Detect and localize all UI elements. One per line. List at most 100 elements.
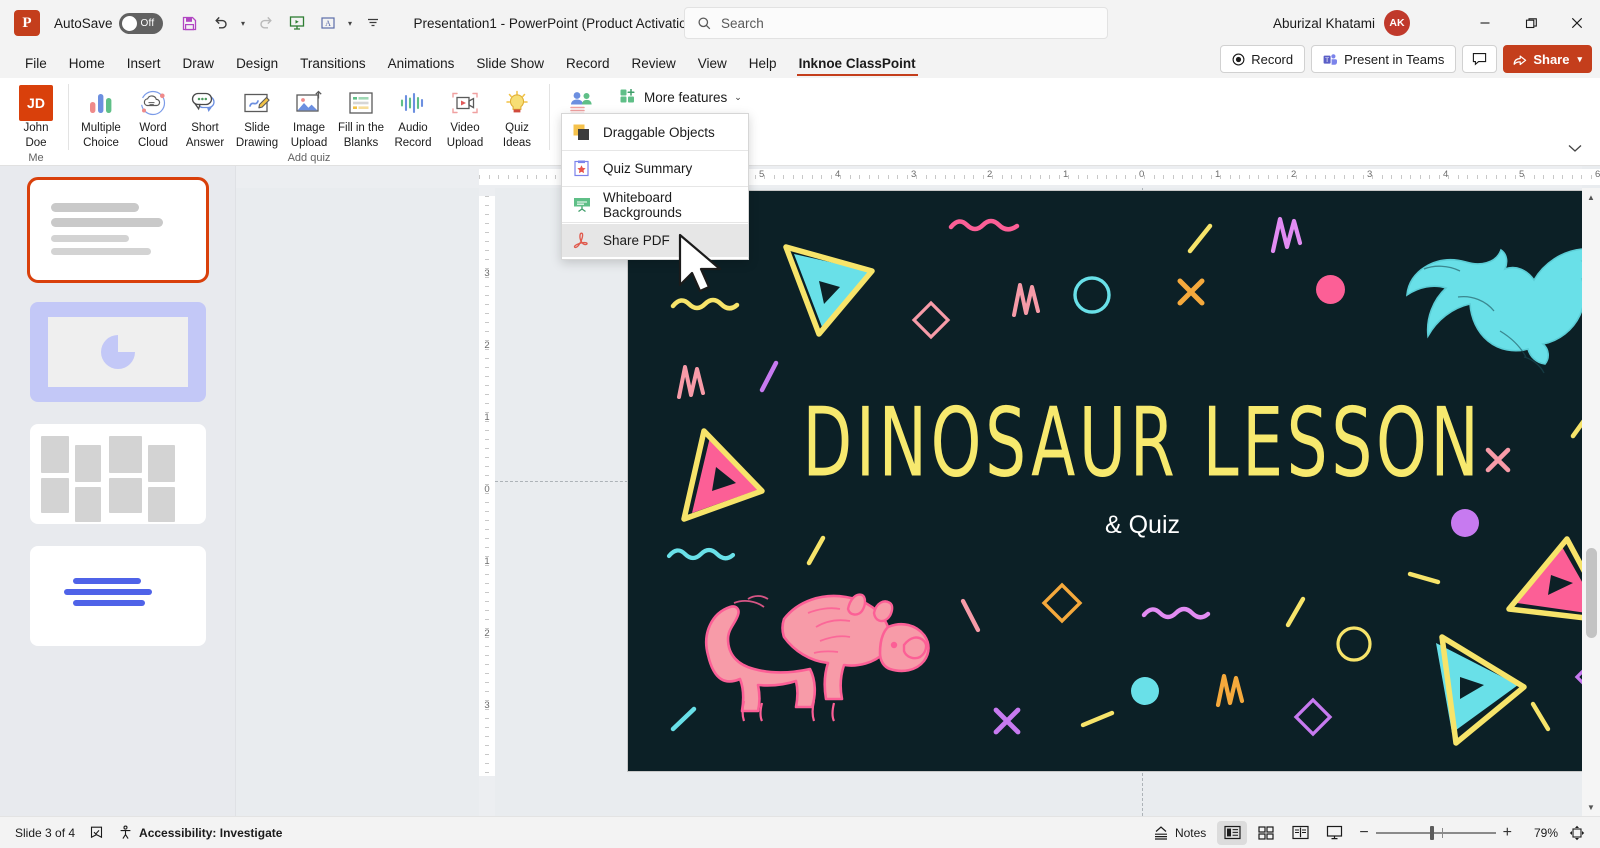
slide-thumbnail-4[interactable] bbox=[30, 546, 206, 646]
slide-thumbnail-2[interactable] bbox=[30, 302, 206, 402]
redo-icon[interactable] bbox=[251, 8, 281, 38]
ribbon-item-label-line1: Image bbox=[293, 122, 325, 135]
zoom-slider[interactable]: − + bbox=[1359, 824, 1512, 842]
reading-view-button[interactable] bbox=[1285, 821, 1315, 845]
autosave-toggle[interactable]: Off bbox=[119, 13, 163, 34]
tab-insert[interactable]: Insert bbox=[116, 51, 172, 78]
ruler-minor-tick bbox=[485, 655, 489, 656]
accessibility-button[interactable]: Accessibility: Investigate bbox=[111, 822, 289, 843]
fit-slide-button[interactable] bbox=[1562, 821, 1592, 845]
slide-counter[interactable]: Slide 3 of 4 bbox=[8, 823, 82, 843]
avatar[interactable]: AK bbox=[1384, 10, 1410, 36]
ribbon-item-fill-in-the-blanks[interactable]: Fill in the Blanks bbox=[335, 83, 387, 152]
ribbon-item-video-upload[interactable]: Video Upload bbox=[439, 83, 491, 152]
slide-surface[interactable]: DINOSAUR LESSON & Quiz bbox=[628, 191, 1600, 771]
ribbon-item-audio-record[interactable]: Audio Record bbox=[387, 83, 439, 152]
ruler-minor-tick bbox=[1448, 175, 1449, 179]
tab-record[interactable]: Record bbox=[555, 51, 621, 78]
start-presentation-icon[interactable] bbox=[282, 8, 312, 38]
ribbon-item-image-upload[interactable]: Image Upload bbox=[283, 83, 335, 152]
zoom-out-button[interactable]: − bbox=[1359, 824, 1368, 842]
ribbon-item-quiz-ideas[interactable]: Quiz Ideas bbox=[491, 83, 543, 152]
scroll-up-arrow-icon[interactable]: ▲ bbox=[1582, 188, 1600, 206]
present-in-teams-label: Present in Teams bbox=[1344, 52, 1444, 67]
comments-button[interactable] bbox=[1462, 45, 1497, 73]
menu-item-whiteboard-backgrounds[interactable]: Whiteboard Backgrounds bbox=[562, 188, 748, 221]
horizontal-ruler[interactable]: 6 5 4 3 2 1 0 1 2 3 4 5 6 bbox=[236, 166, 1582, 188]
tab-view[interactable]: View bbox=[687, 51, 738, 78]
ruler-minor-tick bbox=[485, 403, 489, 404]
account-area[interactable]: Aburizal Khatami AK bbox=[1273, 10, 1410, 36]
thumbnail-item-2[interactable] bbox=[0, 302, 235, 402]
zoom-track[interactable] bbox=[1376, 832, 1496, 834]
zoom-knob[interactable] bbox=[1430, 826, 1434, 840]
minimize-button[interactable] bbox=[1462, 0, 1508, 46]
customize-qat-icon[interactable] bbox=[358, 8, 388, 38]
ribbon-group-name-add-quiz: Add quiz bbox=[75, 152, 543, 164]
present-in-teams-button[interactable]: T Present in Teams bbox=[1311, 45, 1456, 73]
deco-cyan-triangle-top bbox=[774, 229, 884, 339]
undo-dropdown-icon[interactable]: ▾ bbox=[237, 19, 250, 28]
vertical-ruler[interactable]: 3 2 1 0 1 2 3 bbox=[479, 188, 495, 816]
tab-transitions[interactable]: Transitions bbox=[289, 51, 377, 78]
close-button[interactable] bbox=[1554, 0, 1600, 46]
ribbon-item-john-doe[interactable]: JD John Doe bbox=[10, 83, 62, 152]
tab-home[interactable]: Home bbox=[58, 51, 116, 78]
tab-draw[interactable]: Draw bbox=[172, 51, 226, 78]
ruler-minor-tick bbox=[1220, 175, 1221, 179]
save-icon[interactable] bbox=[175, 8, 205, 38]
scroll-down-arrow-icon[interactable]: ▼ bbox=[1582, 798, 1600, 816]
notes-button[interactable]: Notes bbox=[1146, 823, 1213, 843]
thumbnail-item-4[interactable] bbox=[0, 546, 235, 646]
slide-thumbnail-panel[interactable] bbox=[0, 166, 236, 816]
thumbnail-item-3[interactable] bbox=[0, 424, 235, 524]
word-cloud-icon bbox=[136, 86, 170, 120]
tab-review[interactable]: Review bbox=[621, 51, 687, 78]
ribbon-item-multiple-choice[interactable]: Multiple Choice bbox=[75, 83, 127, 152]
menu-item-draggable-objects[interactable]: Draggable Objects bbox=[562, 116, 748, 149]
tab-animations[interactable]: Animations bbox=[377, 51, 466, 78]
text-box-icon[interactable]: A bbox=[313, 8, 343, 38]
slide-thumbnail-3[interactable] bbox=[30, 424, 206, 524]
restore-button[interactable] bbox=[1508, 0, 1554, 46]
slideshow-button[interactable] bbox=[1319, 821, 1349, 845]
share-chevron-down-icon[interactable]: ▾ bbox=[1577, 54, 1582, 65]
more-features-button[interactable]: More features ⌄ bbox=[612, 84, 750, 111]
undo-icon[interactable] bbox=[206, 8, 236, 38]
ribbon-item-short-answer[interactable]: Short Answer bbox=[179, 83, 231, 152]
slide-thumbnail-1[interactable] bbox=[30, 180, 206, 280]
more-features-dropdown[interactable]: Draggable Objects Quiz Summary Whiteboar… bbox=[561, 113, 749, 260]
tab-help[interactable]: Help bbox=[738, 51, 788, 78]
normal-view-button[interactable] bbox=[1217, 821, 1247, 845]
ruler-minor-tick bbox=[485, 250, 489, 251]
ribbon-item-slide-drawing[interactable]: Slide Drawing bbox=[231, 83, 283, 152]
slide-sorter-button[interactable] bbox=[1251, 821, 1281, 845]
record-button[interactable]: Record bbox=[1220, 45, 1305, 73]
fill-blanks-icon bbox=[344, 86, 378, 120]
spellcheck-button[interactable] bbox=[82, 822, 111, 843]
share-button[interactable]: Share ▾ bbox=[1503, 45, 1592, 73]
search-box[interactable]: Search bbox=[684, 7, 1108, 39]
zoom-in-button[interactable]: + bbox=[1503, 824, 1512, 842]
text-box-dropdown-icon[interactable]: ▾ bbox=[344, 19, 357, 28]
vertical-scrollbar[interactable]: ▲ ▼ bbox=[1582, 188, 1600, 816]
ruler-minor-tick bbox=[1040, 175, 1041, 179]
ribbon-item-word-cloud[interactable]: Word Cloud bbox=[127, 83, 179, 152]
slide-subtitle[interactable]: & Quiz bbox=[628, 511, 1600, 540]
ruler-minor-tick bbox=[485, 223, 489, 224]
ruler-minor-tick bbox=[485, 466, 489, 467]
tab-inknoe-classpoint[interactable]: Inknoe ClassPoint bbox=[788, 51, 927, 78]
ruler-minor-tick bbox=[1211, 175, 1212, 179]
menu-item-quiz-summary[interactable]: Quiz Summary bbox=[562, 152, 748, 185]
tab-file[interactable]: File bbox=[14, 51, 58, 78]
accessibility-icon bbox=[118, 825, 133, 840]
zoom-level-label[interactable]: 79% bbox=[1522, 826, 1558, 840]
slide-title[interactable]: DINOSAUR LESSON bbox=[669, 396, 1600, 491]
tab-slide-show[interactable]: Slide Show bbox=[465, 51, 555, 78]
menu-item-share-pdf[interactable]: Share PDF bbox=[562, 224, 748, 257]
powerpoint-logo-icon: P bbox=[14, 10, 40, 36]
scrollbar-thumb[interactable] bbox=[1586, 548, 1597, 638]
thumbnail-item-1[interactable] bbox=[0, 180, 235, 280]
tab-design[interactable]: Design bbox=[225, 51, 289, 78]
ribbon-collapse-button[interactable] bbox=[1564, 137, 1586, 159]
